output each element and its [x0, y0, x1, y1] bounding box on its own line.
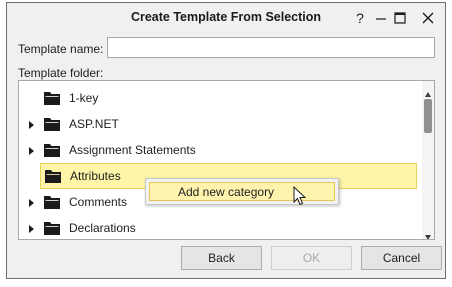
menu-item-add-new-category[interactable]: Add new category	[149, 182, 335, 201]
template-folder-tree[interactable]: 1-key ASP.NET Assignment Statements Attr…	[18, 80, 435, 240]
folder-icon	[44, 221, 60, 235]
expand-arrow-icon[interactable]	[28, 223, 36, 233]
tree-item-assignment-statements[interactable]: Assignment Statements	[19, 137, 421, 163]
tree-item-label: 1-key	[69, 91, 99, 105]
scroll-up-icon[interactable]	[425, 86, 431, 100]
expand-arrow-icon[interactable]	[28, 197, 36, 207]
tree-item-label: Assignment Statements	[69, 143, 196, 157]
dialog-window: Create Template From Selection ? Templat…	[6, 2, 446, 279]
cancel-button[interactable]: Cancel	[361, 246, 442, 270]
minimize-icon[interactable]	[373, 10, 389, 26]
folder-icon	[44, 117, 60, 131]
folder-icon	[44, 91, 60, 105]
scrollbar-thumb[interactable]	[424, 99, 432, 133]
folder-icon	[45, 169, 61, 183]
menu-item-label: Add new category	[178, 185, 275, 199]
tree-item-1-key[interactable]: 1-key	[19, 85, 421, 111]
template-name-input[interactable]	[107, 37, 435, 58]
tree-item-label: ASP.NET	[69, 117, 119, 131]
tree-item-label: Attributes	[70, 169, 121, 183]
close-icon[interactable]	[420, 10, 436, 26]
mouse-pointer-icon	[293, 185, 307, 208]
folder-icon	[44, 195, 60, 209]
back-button[interactable]: Back	[181, 246, 262, 270]
title-bar[interactable]: Create Template From Selection ?	[7, 3, 445, 33]
expand-arrow-icon[interactable]	[28, 119, 36, 129]
scroll-down-icon[interactable]	[425, 229, 431, 239]
folder-icon	[44, 143, 60, 157]
tree-item-declarations[interactable]: Declarations	[19, 215, 421, 239]
vertical-scrollbar[interactable]	[422, 81, 434, 239]
tree-item-label: Declarations	[69, 221, 136, 235]
template-name-label: Template name:	[18, 42, 104, 56]
svg-text:?: ?	[356, 10, 364, 26]
context-menu: Add new category	[145, 178, 339, 205]
tree-item-label: Comments	[69, 195, 128, 209]
maximize-icon[interactable]	[392, 10, 408, 26]
expand-arrow-icon[interactable]	[28, 145, 36, 155]
tree-item-aspnet[interactable]: ASP.NET	[19, 111, 421, 137]
ok-button[interactable]: OK	[271, 246, 352, 270]
help-icon[interactable]: ?	[352, 10, 368, 26]
template-folder-label: Template folder:	[18, 66, 104, 80]
